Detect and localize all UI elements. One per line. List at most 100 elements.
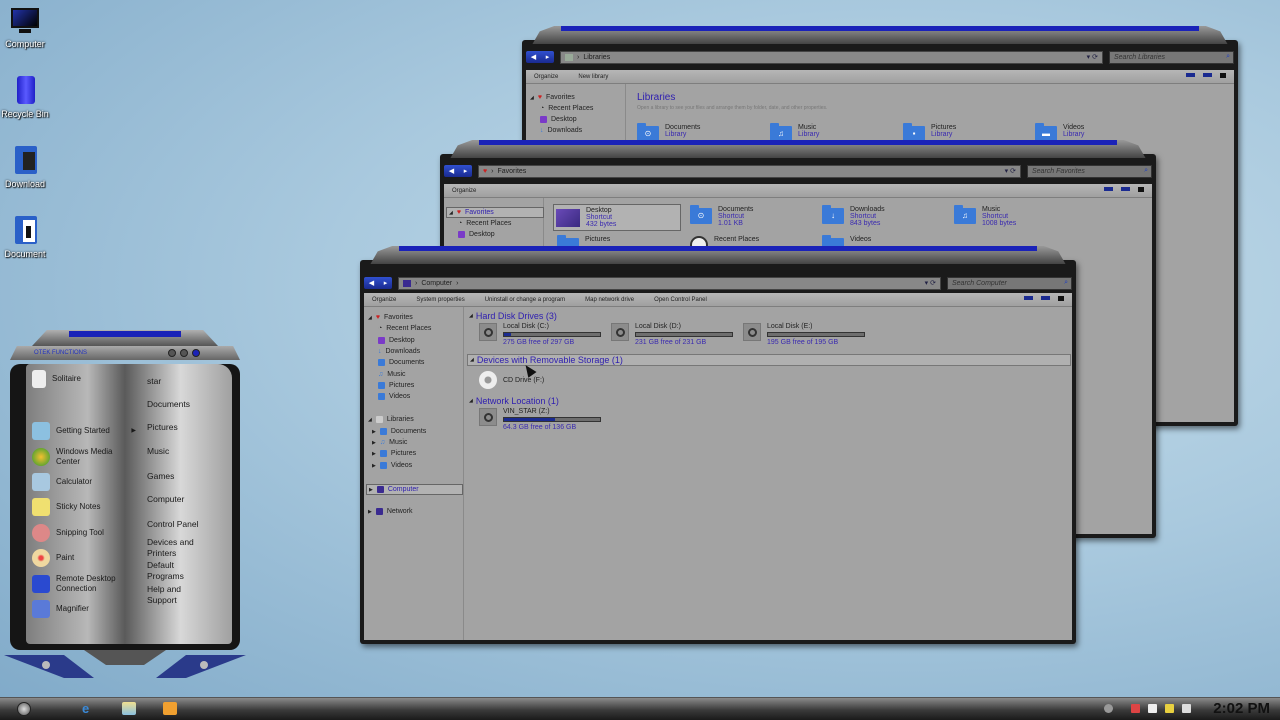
system-properties-button[interactable]: System properties [416, 297, 464, 303]
nav-pictures[interactable]: Pictures [378, 382, 414, 389]
help-button[interactable] [1058, 296, 1064, 301]
search-input[interactable]: Search Libraries ⌕ [1109, 50, 1234, 64]
preview-pane-button[interactable] [1121, 187, 1130, 191]
breadcrumb[interactable]: Favorites [498, 168, 527, 175]
start-item-solitaire[interactable]: Solitaire [32, 370, 81, 388]
drive-d[interactable]: Local Disk (D:) 231 GB free of 231 GB [611, 323, 733, 346]
breadcrumb[interactable]: Computer [421, 280, 452, 287]
favorite-documents[interactable]: ⊙ Documents Shortcut 1.01 KB [690, 205, 753, 227]
address-bar[interactable]: ♥ › Favorites ▾ ⟳ [478, 164, 1021, 178]
start-menu[interactable]: OTEK FUNCTIONS Solitaire Getting Started… [4, 330, 246, 680]
forward-icon[interactable]: ▸ [384, 279, 388, 287]
nav-music[interactable]: ♫ Music [378, 371, 406, 378]
drive-e[interactable]: Local Disk (E:) 195 GB free of 195 GB [743, 323, 865, 346]
new-library-button[interactable]: New library [578, 74, 608, 80]
help-button[interactable] [1220, 73, 1226, 78]
start-item-magnifier[interactable]: Magnifier [32, 600, 89, 618]
nav-recent-places[interactable]: ◔ Recent Places [540, 105, 593, 112]
desktop-icon-download[interactable]: Download [0, 146, 55, 189]
forward-icon[interactable]: ▸ [464, 167, 468, 175]
computer-window[interactable]: ◀ ▸ › Computer › ▾ ⟳ Search Computer ⌕ Organi… [360, 246, 1076, 644]
map-network-drive-button[interactable]: Map network drive [585, 297, 634, 303]
nav-lib-music[interactable]: ▶ ♫ Music [372, 439, 407, 446]
desktop-icon-computer[interactable]: Computer [0, 6, 55, 49]
start-item-remote-desktop[interactable]: Remote Desktop Connection [32, 574, 126, 594]
tray-arrow-icon[interactable] [1104, 704, 1114, 713]
favorite-music[interactable]: ♫ Music Shortcut 1008 bytes [954, 205, 1016, 227]
search-icon[interactable]: ⌕ [1144, 167, 1148, 175]
back-forward-buttons[interactable]: ◀ ▸ [444, 165, 472, 177]
preview-pane-button[interactable] [1203, 73, 1212, 77]
start-menu-button-2[interactable] [180, 349, 188, 357]
start-item-paint[interactable]: Paint [32, 549, 74, 567]
view-options-button[interactable] [1104, 187, 1113, 191]
start-item-snipping-tool[interactable]: Snipping Tool [32, 524, 104, 542]
breadcrumb[interactable]: Libraries [583, 54, 610, 61]
nav-recent-places[interactable]: ◔ Recent Places [378, 325, 431, 332]
group-removable-storage[interactable]: ◢ Devices with Removable Storage (1) [467, 354, 1071, 366]
start-link-computer[interactable]: Computer [147, 494, 184, 505]
favorite-desktop[interactable]: Desktop Shortcut 432 bytes [553, 204, 681, 231]
preview-pane-button[interactable] [1041, 296, 1050, 300]
refresh-icon[interactable]: ▾ ⟳ [1087, 53, 1098, 61]
group-network-location[interactable]: ◢ Network Location (1) [469, 396, 559, 406]
drive-c[interactable]: Local Disk (C:) 275 GB free of 297 GB [479, 323, 601, 346]
search-icon[interactable]: ⌕ [1226, 53, 1230, 61]
desktop-icon-recycle-bin[interactable]: Recycle Bin [0, 76, 55, 119]
library-videos[interactable]: ▬ Videos Library [1035, 123, 1084, 142]
start-link-games[interactable]: Games [147, 471, 174, 482]
start-menu-button-3[interactable] [192, 349, 200, 357]
nav-videos[interactable]: Videos [378, 393, 410, 400]
start-link-devices-printers[interactable]: Devices and Printers [147, 537, 207, 559]
help-button[interactable] [1138, 187, 1144, 192]
start-link-default-programs[interactable]: Default Programs [147, 560, 197, 582]
nav-network[interactable]: ▶ Network [368, 508, 413, 515]
nav-lib-documents[interactable]: ▶ Documents [372, 428, 426, 435]
library-documents[interactable]: ⊙ Documents Library [637, 123, 700, 142]
start-item-calculator[interactable]: Calculator [32, 473, 92, 491]
uninstall-program-button[interactable]: Uninstall or change a program [485, 297, 565, 303]
start-menu-button-1[interactable] [168, 349, 176, 357]
back-forward-buttons[interactable]: ◀ ▸ [526, 51, 554, 63]
favorite-downloads[interactable]: ↓ Downloads Shortcut 843 bytes [822, 205, 885, 227]
start-item-getting-started[interactable]: Getting Started ▶ [32, 422, 136, 440]
start-link-music[interactable]: Music [147, 446, 169, 457]
power-icon[interactable] [1148, 704, 1158, 713]
action-center-icon[interactable] [1131, 704, 1141, 713]
windows-explorer-icon[interactable] [122, 702, 136, 715]
start-link-pictures[interactable]: Pictures [147, 422, 178, 433]
nav-favorites[interactable]: ◢ ♥ Favorites [446, 207, 544, 218]
search-input[interactable]: Search Computer ⌕ [947, 276, 1072, 290]
nav-desktop[interactable]: Desktop [540, 116, 577, 123]
start-button[interactable] [17, 702, 31, 716]
media-player-icon[interactable] [163, 702, 177, 715]
back-icon[interactable]: ◀ [369, 279, 374, 287]
open-control-panel-button[interactable]: Open Control Panel [654, 297, 707, 303]
search-icon[interactable]: ⌕ [1064, 279, 1068, 287]
nav-desktop[interactable]: Desktop [458, 231, 495, 238]
refresh-icon[interactable]: ▾ ⟳ [1005, 167, 1016, 175]
nav-lib-pictures[interactable]: ▶ Pictures [372, 450, 416, 457]
view-options-button[interactable] [1186, 73, 1195, 77]
organize-button[interactable]: Organize [534, 74, 558, 80]
nav-documents[interactable]: Documents [378, 359, 424, 366]
nav-desktop[interactable]: Desktop [378, 337, 415, 344]
drive-cd-f[interactable]: CD Drive (F:) [479, 371, 544, 389]
desktop-icon-document[interactable]: Document [0, 216, 55, 259]
start-link-star[interactable]: star [147, 376, 161, 387]
view-options-button[interactable] [1024, 296, 1033, 300]
library-music[interactable]: ♫ Music Library [770, 123, 819, 142]
search-input[interactable]: Search Favorites ⌕ [1027, 164, 1152, 178]
address-bar[interactable]: › Libraries ▾ ⟳ [560, 50, 1103, 64]
drive-network-z[interactable]: VIN_STAR (Z:) 64.3 GB free of 136 GB [479, 408, 601, 431]
start-link-control-panel[interactable]: Control Panel [147, 519, 199, 530]
nav-libraries[interactable]: ◢ Libraries [368, 416, 414, 423]
forward-icon[interactable]: ▸ [546, 53, 550, 61]
nav-favorites[interactable]: ◢ ♥ Favorites [368, 314, 413, 321]
clock[interactable]: 2:02 PM [1213, 700, 1270, 717]
address-bar[interactable]: › Computer › ▾ ⟳ [398, 276, 941, 290]
refresh-icon[interactable]: ▾ ⟳ [925, 279, 936, 287]
internet-explorer-icon[interactable]: e [82, 702, 96, 715]
back-icon[interactable]: ◀ [449, 167, 454, 175]
start-item-windows-media-center[interactable]: Windows Media Center [32, 447, 120, 467]
